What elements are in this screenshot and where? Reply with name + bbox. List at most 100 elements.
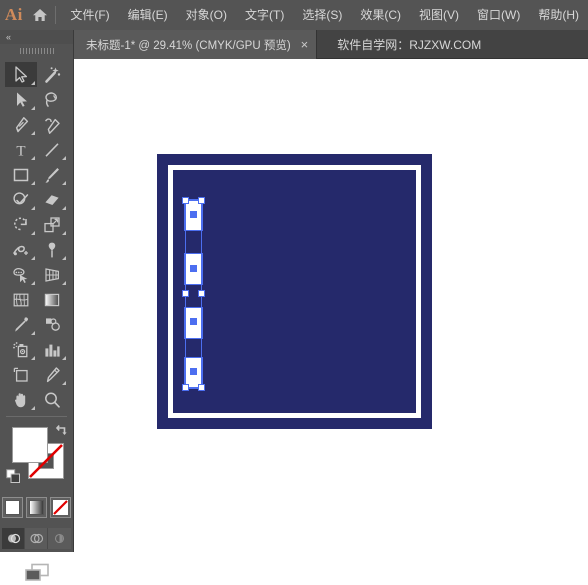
- svg-text:T: T: [16, 143, 25, 159]
- tool-zoom[interactable]: [37, 387, 69, 412]
- menu-divider: [54, 6, 56, 24]
- selection-handle-bottom-right[interactable]: [198, 384, 205, 391]
- menu-window[interactable]: 窗口(W): [468, 0, 529, 30]
- menu-file[interactable]: 文件(F): [61, 0, 118, 30]
- tool-group-indicator-icon: [62, 281, 66, 285]
- tool-mesh[interactable]: [5, 287, 37, 312]
- menu-view[interactable]: 视图(V): [410, 0, 468, 30]
- fill-mode-buttons: [0, 497, 73, 518]
- tools-divider: [6, 416, 67, 417]
- drawing-mode-buttons: [0, 528, 73, 549]
- tool-group-indicator-icon: [62, 381, 66, 385]
- menu-effect[interactable]: 效果(C): [351, 0, 410, 30]
- tool-grid: T: [0, 58, 73, 412]
- panel-grip[interactable]: [0, 44, 73, 58]
- tool-group-indicator-icon: [30, 156, 35, 160]
- app-logo: Ai: [4, 5, 23, 24]
- tool-magic-wand[interactable]: [37, 62, 69, 87]
- fill-stroke-control: [0, 421, 73, 495]
- document-tab[interactable]: 未标题-1* @ 29.41% (CMYK/GPU 预览) ×: [74, 30, 318, 59]
- tool-group-indicator-icon: [62, 256, 66, 260]
- menu-edit[interactable]: 编辑(E): [119, 0, 177, 30]
- tool-eraser[interactable]: [37, 187, 69, 212]
- tool-gradient[interactable]: [37, 287, 69, 312]
- selection-handle-top-left[interactable]: [182, 197, 189, 204]
- document-tab-bar: 未标题-1* @ 29.41% (CMYK/GPU 预览) × 软件自学网：RJ…: [74, 30, 588, 59]
- tool-perspective-grid[interactable]: [37, 262, 69, 287]
- menu-select[interactable]: 选择(S): [293, 0, 351, 30]
- tool-free-transform[interactable]: [37, 237, 69, 262]
- document-tab-title: 未标题-1* @ 29.41% (CMYK/GPU 预览): [86, 39, 291, 52]
- tool-blend[interactable]: [37, 312, 69, 337]
- grip-dots-icon: [19, 48, 54, 54]
- tool-rotate[interactable]: [5, 212, 37, 237]
- gradient-mode-button[interactable]: [26, 497, 47, 518]
- tool-hand[interactable]: [5, 387, 37, 412]
- color-swatch-icon: [5, 500, 20, 515]
- tool-group-indicator-icon: [30, 181, 35, 185]
- tool-group-indicator-icon: [62, 156, 66, 160]
- menu-item-list: 文件(F) 编辑(E) 对象(O) 文字(T) 选择(S) 效果(C) 视图(V…: [61, 0, 588, 30]
- none-swatch-icon: [53, 500, 68, 515]
- tool-slice[interactable]: [37, 362, 69, 387]
- selection-handle-mid-left[interactable]: [182, 290, 189, 297]
- menu-help[interactable]: 帮助(H): [529, 0, 588, 30]
- tool-column-graph[interactable]: [37, 337, 69, 362]
- tool-group-indicator-icon: [30, 256, 35, 260]
- tool-group-indicator-icon: [62, 181, 66, 185]
- drawing-inside-button[interactable]: [48, 528, 71, 549]
- tool-pen[interactable]: [5, 112, 37, 137]
- selection-handle-bottom-left[interactable]: [182, 384, 189, 391]
- tool-group-indicator-icon: [30, 331, 35, 335]
- gradient-swatch-icon: [29, 500, 44, 515]
- tool-scale[interactable]: [37, 212, 69, 237]
- tool-lasso[interactable]: [37, 87, 69, 112]
- drawing-normal-button[interactable]: [2, 528, 25, 549]
- tool-group-indicator-icon: [30, 281, 35, 285]
- tool-width[interactable]: [5, 237, 37, 262]
- anchor-point-1[interactable]: [190, 211, 197, 218]
- tools-panel: « T: [0, 30, 74, 581]
- tool-group-indicator-icon: [62, 356, 66, 360]
- swap-fill-stroke-icon[interactable]: [53, 423, 69, 444]
- menu-object[interactable]: 对象(O): [177, 0, 236, 30]
- tool-group-indicator-icon: [30, 106, 35, 110]
- tool-eyedropper[interactable]: [5, 312, 37, 337]
- fill-swatch[interactable]: [12, 427, 48, 463]
- tool-group-indicator-icon: [30, 406, 35, 410]
- anchor-point-4[interactable]: [190, 368, 197, 375]
- tool-selection[interactable]: [5, 62, 37, 87]
- artboard: [157, 154, 432, 429]
- tool-rectangle[interactable]: [5, 162, 37, 187]
- tool-shape-builder[interactable]: [5, 262, 37, 287]
- close-icon[interactable]: ×: [301, 38, 309, 51]
- tool-line-segment[interactable]: [37, 137, 69, 162]
- change-screen-mode-button[interactable]: [0, 561, 73, 585]
- tool-paintbrush[interactable]: [37, 162, 69, 187]
- none-mode-button[interactable]: [50, 497, 71, 518]
- chevron-double-left-icon: «: [6, 32, 11, 42]
- tool-shaper[interactable]: [5, 187, 37, 212]
- color-mode-button[interactable]: [2, 497, 23, 518]
- home-icon[interactable]: [28, 0, 53, 30]
- menu-type[interactable]: 文字(T): [236, 0, 293, 30]
- tool-group-indicator-icon: [30, 131, 35, 135]
- tool-direct-selection[interactable]: [5, 87, 37, 112]
- menu-bar: Ai 文件(F) 编辑(E) 对象(O) 文字(T) 选择(S) 效果(C) 视…: [0, 0, 588, 30]
- anchor-point-3[interactable]: [190, 318, 197, 325]
- canvas-area[interactable]: [74, 59, 588, 552]
- drawing-behind-button[interactable]: [25, 528, 48, 549]
- tool-symbol-sprayer[interactable]: [5, 337, 37, 362]
- tool-group-indicator-icon: [30, 356, 35, 360]
- selection-handle-mid-right[interactable]: [198, 290, 205, 297]
- panel-collapse-button[interactable]: «: [0, 30, 73, 44]
- watermark-text: 软件自学网：RJZXW.COM: [337, 37, 482, 52]
- artwork-navy-inner: [176, 173, 413, 410]
- tool-artboard[interactable]: [5, 362, 37, 387]
- tool-curvature[interactable]: [37, 112, 69, 137]
- default-fill-stroke-icon[interactable]: [6, 469, 21, 489]
- tool-group-indicator-icon: [30, 206, 35, 210]
- selection-handle-top-right[interactable]: [198, 197, 205, 204]
- anchor-point-2[interactable]: [190, 265, 197, 272]
- tool-type[interactable]: T: [5, 137, 37, 162]
